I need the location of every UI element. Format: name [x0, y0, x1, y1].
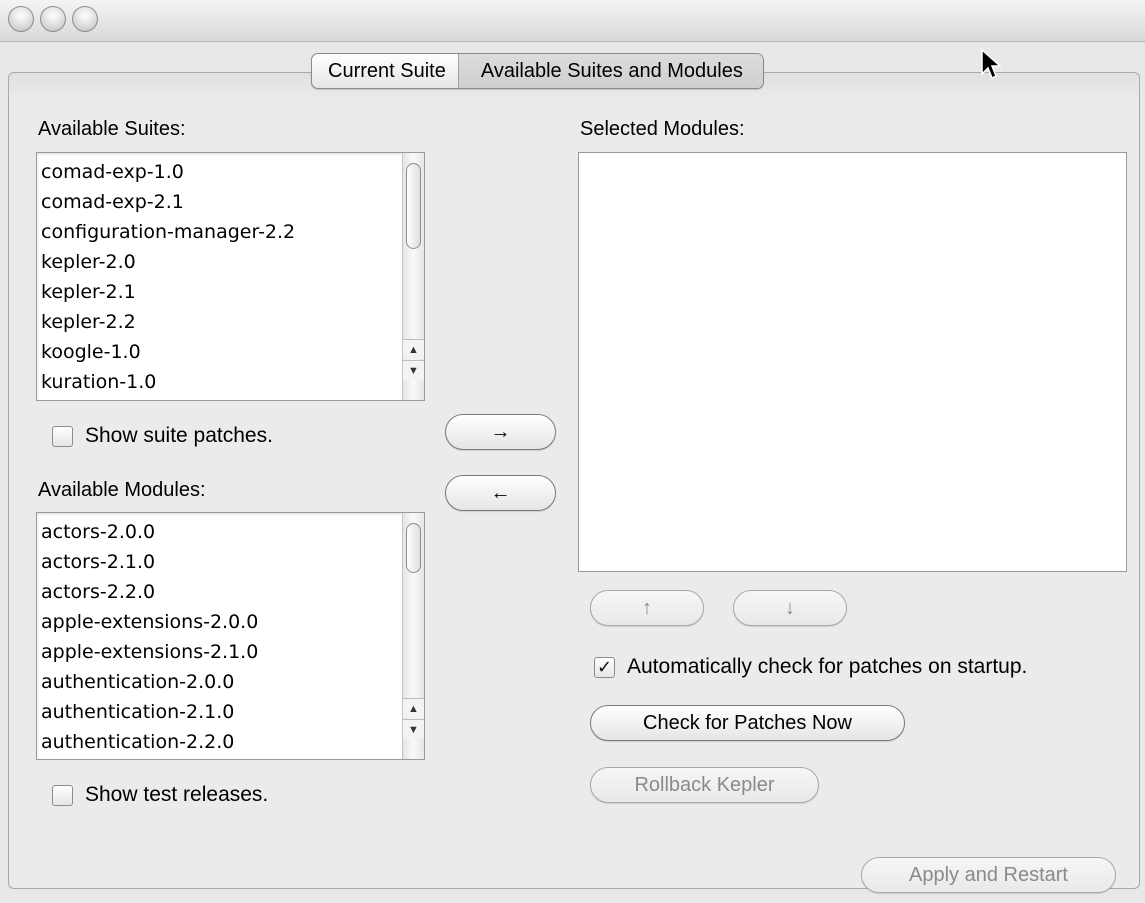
tab-current-suite[interactable]: Current Suite — [312, 54, 458, 88]
scroll-down-arrow-icon[interactable]: ▼ — [403, 360, 424, 380]
show-suite-patches-checkbox[interactable] — [52, 425, 73, 447]
list-item[interactable]: kepler-2.1 — [37, 277, 402, 307]
available-modules-list[interactable]: actors-2.0.0 actors-2.1.0 actors-2.2.0 appl… — [36, 512, 425, 760]
show-suite-patches-row[interactable]: Show suite patches. — [52, 424, 273, 448]
list-item[interactable]: kepler-2.2 — [37, 307, 402, 337]
available-suites-label: Available Suites: — [38, 118, 186, 140]
available-suites-list[interactable]: comad-exp-1.0 comad-exp-2.1 configuration-… — [36, 152, 425, 401]
mouse-pointer-icon — [981, 48, 1002, 80]
move-down-button[interactable]: ↓ — [733, 590, 847, 626]
list-item[interactable]: actors-2.0.0 — [37, 517, 402, 547]
available-modules-label: Available Modules: — [38, 479, 206, 501]
remove-module-button[interactable]: ← — [445, 475, 556, 511]
scroll-up-arrow-icon[interactable]: ▲ — [403, 698, 424, 718]
scroll-down-arrow-icon[interactable]: ▼ — [403, 719, 424, 739]
modules-scroll-thumb[interactable] — [406, 523, 421, 573]
list-item[interactable]: authentication-2.1.0 — [37, 697, 402, 727]
list-item[interactable]: koogle-1.0 — [37, 337, 402, 367]
show-test-releases-checkbox[interactable] — [52, 784, 73, 806]
show-test-releases-row[interactable]: Show test releases. — [52, 783, 268, 807]
show-suite-patches-label: Show suite patches. — [85, 424, 273, 447]
minimize-window-button[interactable] — [40, 6, 66, 32]
list-item[interactable]: apple-extensions-2.0.0 — [37, 607, 402, 637]
show-test-releases-label: Show test releases. — [85, 783, 269, 806]
selected-modules-list[interactable] — [578, 152, 1127, 572]
list-item[interactable]: configuration-manager-2.2 — [37, 217, 402, 247]
zoom-window-button[interactable] — [72, 6, 98, 32]
list-item[interactable]: actors-2.2.0 — [37, 577, 402, 607]
suites-scrollbar[interactable]: ▲ ▼ — [402, 153, 424, 400]
tab-bar: Current Suite Available Suites and Modul… — [311, 53, 764, 89]
list-item[interactable]: kepler-2.0 — [37, 247, 402, 277]
suites-scroll-thumb[interactable] — [406, 163, 421, 249]
list-item[interactable]: actors-2.1.0 — [37, 547, 402, 577]
tab-available-suites-modules[interactable]: Available Suites and Modules — [457, 54, 763, 88]
list-item[interactable]: authentication-2.0.0 — [37, 667, 402, 697]
list-item[interactable]: kuration-1.0 — [37, 367, 402, 397]
selected-modules-label: Selected Modules: — [580, 118, 745, 140]
list-item[interactable]: comad-exp-2.1 — [37, 187, 402, 217]
move-up-button[interactable]: ↑ — [590, 590, 704, 626]
check-patches-now-button[interactable]: Check for Patches Now — [590, 705, 905, 741]
auto-check-patches-row[interactable]: ✓ Automatically check for patches on sta… — [594, 655, 1027, 679]
rollback-kepler-button[interactable]: Rollback Kepler — [590, 767, 819, 803]
close-window-button[interactable] — [8, 6, 34, 32]
auto-check-patches-label: Automatically check for patches on start… — [627, 655, 1028, 678]
scroll-up-arrow-icon[interactable]: ▲ — [403, 339, 424, 359]
list-item[interactable]: authentication-2.2.0 — [37, 727, 402, 757]
modules-scrollbar[interactable]: ▲ ▼ — [402, 513, 424, 759]
list-item[interactable]: apple-extensions-2.1.0 — [37, 637, 402, 667]
apply-and-restart-button[interactable]: Apply and Restart — [861, 857, 1116, 893]
list-item[interactable]: comad-exp-1.0 — [37, 157, 402, 187]
add-module-button[interactable]: → — [445, 414, 556, 450]
auto-check-patches-checkbox[interactable]: ✓ — [594, 656, 615, 678]
window-titlebar — [0, 0, 1145, 42]
